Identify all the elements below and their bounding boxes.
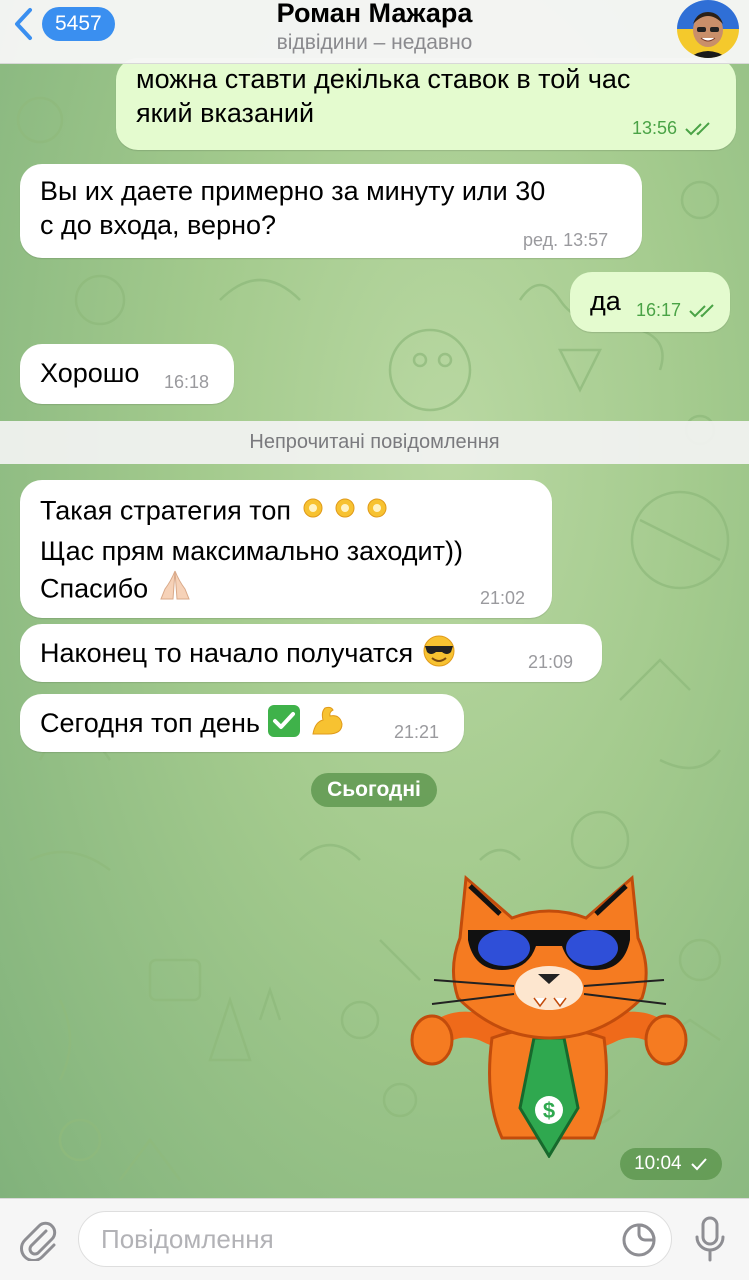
unread-messages-separator: Непрочитані повідомлення — [0, 421, 749, 464]
message-text: можна ставти декілька ставок в той час я… — [136, 64, 631, 128]
chat-header: 5457 Роман Мажара відвідини – недавно — [0, 0, 749, 64]
message-text: Сегодня топ день — [40, 704, 345, 746]
flexed-biceps-icon — [312, 706, 343, 735]
cat-sticker[interactable]: $ — [404, 868, 694, 1159]
message-input[interactable] — [101, 1212, 611, 1266]
message-field[interactable] — [78, 1211, 672, 1267]
sticker-time: 10:04 — [620, 1148, 722, 1180]
message-time: 16:17 — [636, 300, 715, 320]
folded-hands-icon — [159, 570, 190, 600]
microphone-icon[interactable] — [692, 1215, 728, 1263]
message-time: 16:18 — [164, 372, 210, 392]
double-check-icon — [689, 304, 714, 318]
avatar-image — [677, 0, 739, 58]
contact-name[interactable]: Роман Мажара — [0, 0, 749, 30]
ok-hand-emoji — [299, 492, 395, 533]
message-time: 21:21 — [394, 722, 440, 742]
message-bubble-incoming[interactable]: Такая стратегия топ Щас прям максимально… — [20, 480, 552, 618]
message-text: Хорошо — [40, 358, 140, 388]
message-time: 13:56 — [632, 118, 711, 138]
date-separator: Сьогодні — [311, 773, 437, 807]
folded-hands-emoji — [156, 569, 194, 612]
check-mark-button-icon — [268, 705, 301, 737]
sunglasses-face-emoji — [421, 634, 457, 676]
message-text: Наконец то начало получатся — [40, 634, 457, 676]
message-time: 21:09 — [528, 652, 574, 672]
message-bubble-incoming[interactable]: Наконец то начало получатся 21:09 — [20, 624, 602, 682]
message-text: Такая стратегия топ Щас прям максимально… — [40, 492, 463, 612]
single-check-icon — [691, 1158, 707, 1171]
message-time: ред. 13:57 — [523, 230, 609, 250]
flexed-biceps-emoji — [309, 704, 345, 746]
sticker-icon[interactable] — [621, 1222, 657, 1258]
last-seen-status: відвідини – недавно — [276, 31, 473, 54]
message-bubble-outgoing[interactable]: можна ставти декілька ставок в той час я… — [116, 58, 736, 150]
message-bubble-outgoing[interactable]: да 16:17 — [570, 272, 730, 332]
orange-cat-sticker-icon: $ — [410, 874, 688, 1159]
check-mark-emoji — [267, 704, 301, 746]
message-time: 21:02 — [480, 588, 526, 608]
message-bubble-incoming[interactable]: Вы их даете примерно за минуту или 30 с … — [20, 164, 642, 258]
paperclip-icon[interactable] — [16, 1217, 60, 1261]
ok-hand-icon — [303, 498, 386, 518]
message-bubble-incoming[interactable]: Сегодня топ день 21:21 — [20, 694, 464, 752]
sunglasses-face-icon — [423, 635, 455, 667]
avatar[interactable] — [677, 0, 739, 58]
message-text: да — [590, 286, 621, 316]
message-text: Вы их даете примерно за минуту или 30 с … — [40, 176, 546, 240]
message-bubble-incoming[interactable]: Хорошо 16:18 — [20, 344, 234, 404]
double-check-icon — [685, 122, 710, 136]
message-input-bar — [0, 1198, 749, 1280]
svg-text:$: $ — [543, 1098, 555, 1123]
